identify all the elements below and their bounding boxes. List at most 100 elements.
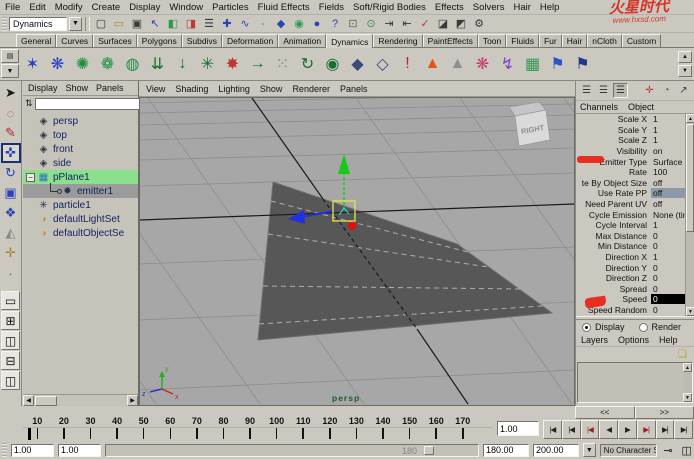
status-icon[interactable]: ▭ [111,16,127,32]
outliner-item[interactable]: ✹ emitter1 [23,183,138,198]
shelf-tab[interactable]: Animation [278,34,327,47]
shelf-tab[interactable]: Dynamics [326,34,374,48]
scroll-down-icon[interactable]: ▼ [686,307,694,316]
time-slider-ticks[interactable] [23,427,493,440]
shelf-tab[interactable]: Subdivs [181,34,222,47]
channel-box-scrollbar[interactable]: ▲ ▼ [685,114,694,316]
expander-icon[interactable] [37,187,46,196]
scroll-right-icon[interactable]: ▶ [127,395,138,406]
shelf-button[interactable]: ⚑ [570,51,595,78]
menu-item[interactable]: Modify [55,2,83,13]
status-icon[interactable]: ↖ [147,16,163,32]
expander-icon[interactable] [26,131,35,140]
viewport-menu-item[interactable]: Shading [175,84,208,94]
menu-item[interactable]: Soft/Rigid Bodies [353,2,426,13]
menu-item[interactable]: Particles [212,2,248,13]
tool-button[interactable]: ✎ [1,123,21,143]
character-set-field[interactable]: No Character Set [599,443,657,457]
hscroll-thumb[interactable] [35,395,57,406]
time-slider[interactable]: 10 20 30 40 50 60 70 80 90 100 110 120 1… [23,416,493,441]
shelf-tab[interactable]: Toon [477,34,507,47]
menu-item[interactable]: Create [92,2,121,13]
layer-editor-menu-item[interactable]: Help [659,335,678,345]
shelf-button[interactable]: ❋ [45,51,70,78]
layout-button[interactable]: ⊞ [1,311,20,330]
menu-item[interactable]: Fields [319,2,344,13]
sidebar-tool-icon[interactable]: ✛ [642,83,657,98]
viewport-canvas[interactable]: RIGHT x y z persp [0,93,694,405]
expander-icon[interactable]: − [26,172,35,182]
status-icon[interactable]: ▣ [129,16,145,32]
tool-button[interactable]: ◌ [1,103,21,123]
status-icon[interactable]: ☰ [201,16,217,32]
viewport-menu-item[interactable]: Renderer [292,84,330,94]
shelf-button[interactable]: ◇ [370,51,395,78]
shelf-tab[interactable]: Fur [538,34,562,47]
shelf-tab[interactable]: Rendering [373,34,423,47]
sidebar-toggle-icon[interactable]: ☰ [596,83,611,98]
status-icon[interactable]: ∙ [255,16,271,32]
tool-button[interactable]: · [1,263,21,283]
auto-keyframe-icon[interactable]: ⊸ [661,443,676,457]
shelf-button[interactable]: ▲ [420,51,445,78]
menu-item[interactable]: Edit [29,2,45,13]
outliner-item[interactable]: ◈ side [23,156,138,170]
manipulator-z-handle[interactable] [347,221,357,231]
layout-button[interactable]: ◫ [1,371,20,390]
layer-list-scrollbar[interactable]: ▲ ▼ [683,363,692,402]
shelf-scroll-up-icon[interactable]: ▲ [678,51,692,63]
layer-editor-menu-item[interactable]: Options [618,335,649,345]
animation-start-field[interactable] [10,443,54,457]
menu-item[interactable]: Solvers [473,2,505,13]
perspective-viewport[interactable]: RIGHT x y z persp [0,93,694,406]
shelf-menu-arrow-icon[interactable]: ▼ [1,64,19,78]
pager-next-button[interactable]: >> [634,406,694,419]
current-time-field[interactable] [497,421,539,436]
shelf-tab[interactable]: Curves [56,34,94,47]
shelf-tab[interactable]: Fluids [506,34,539,47]
menu-item[interactable]: Window [169,2,203,13]
outliner-item[interactable]: ◑ defaultObjectSe [23,226,138,240]
shelf-button[interactable]: ▦ [520,51,545,78]
menu-item[interactable]: Help [540,2,560,13]
shelf-button[interactable]: ◉ [320,51,345,78]
layout-button[interactable]: ⊟ [1,351,20,370]
expander-icon[interactable] [26,215,35,224]
status-icon[interactable]: ● [309,16,325,32]
status-icon[interactable]: ✓ [417,16,433,32]
expander-icon[interactable] [26,229,35,238]
status-icon[interactable]: ◨ [183,16,199,32]
tool-button[interactable]: ◭ [1,223,21,243]
shelf-button[interactable]: ✸ [220,51,245,78]
range-end-handle[interactable] [424,445,435,455]
shelf-tab[interactable]: Deformation [221,34,279,47]
animation-end-field[interactable] [532,443,579,457]
outliner-item[interactable]: ◑ defaultLightSet [23,212,138,226]
shelf-button[interactable]: ⚑ [545,51,570,78]
menu-item[interactable]: Hair [513,2,530,13]
viewport-menu-item[interactable]: Lighting [218,84,250,94]
script-editor-icon[interactable]: ◫ [679,443,694,457]
scroll-up-icon[interactable]: ▲ [683,363,692,372]
shelf-button[interactable]: ✶ [20,51,45,78]
expander-icon[interactable] [26,201,35,210]
render-radio[interactable]: Render [638,322,681,332]
status-line-grip[interactable] [2,16,7,31]
outliner-item[interactable]: ◈ top [23,128,138,142]
playback-end-field[interactable] [482,443,529,457]
menu-set-dropdown[interactable]: Dynamics [9,16,67,31]
shelf-button[interactable]: ◍ [120,51,145,78]
viewport-menu-item[interactable]: View [146,84,165,94]
shelf-tab[interactable]: Custom [621,34,662,47]
status-icon[interactable]: ✚ [219,16,235,32]
outliner-item[interactable]: ◈ persp [23,114,138,128]
menu-item[interactable]: Display [129,2,160,13]
shelf-button[interactable]: ↯ [495,51,520,78]
expander-icon[interactable] [26,117,35,126]
layout-button[interactable]: ◫ [1,331,20,350]
outliner-item[interactable]: ✳ particle1 [23,198,138,212]
shelf-button[interactable]: ↻ [295,51,320,78]
pager-prev-button[interactable]: << [575,406,635,419]
scrollbar-thumb[interactable] [686,124,694,232]
scroll-left-icon[interactable]: ◀ [23,395,34,406]
